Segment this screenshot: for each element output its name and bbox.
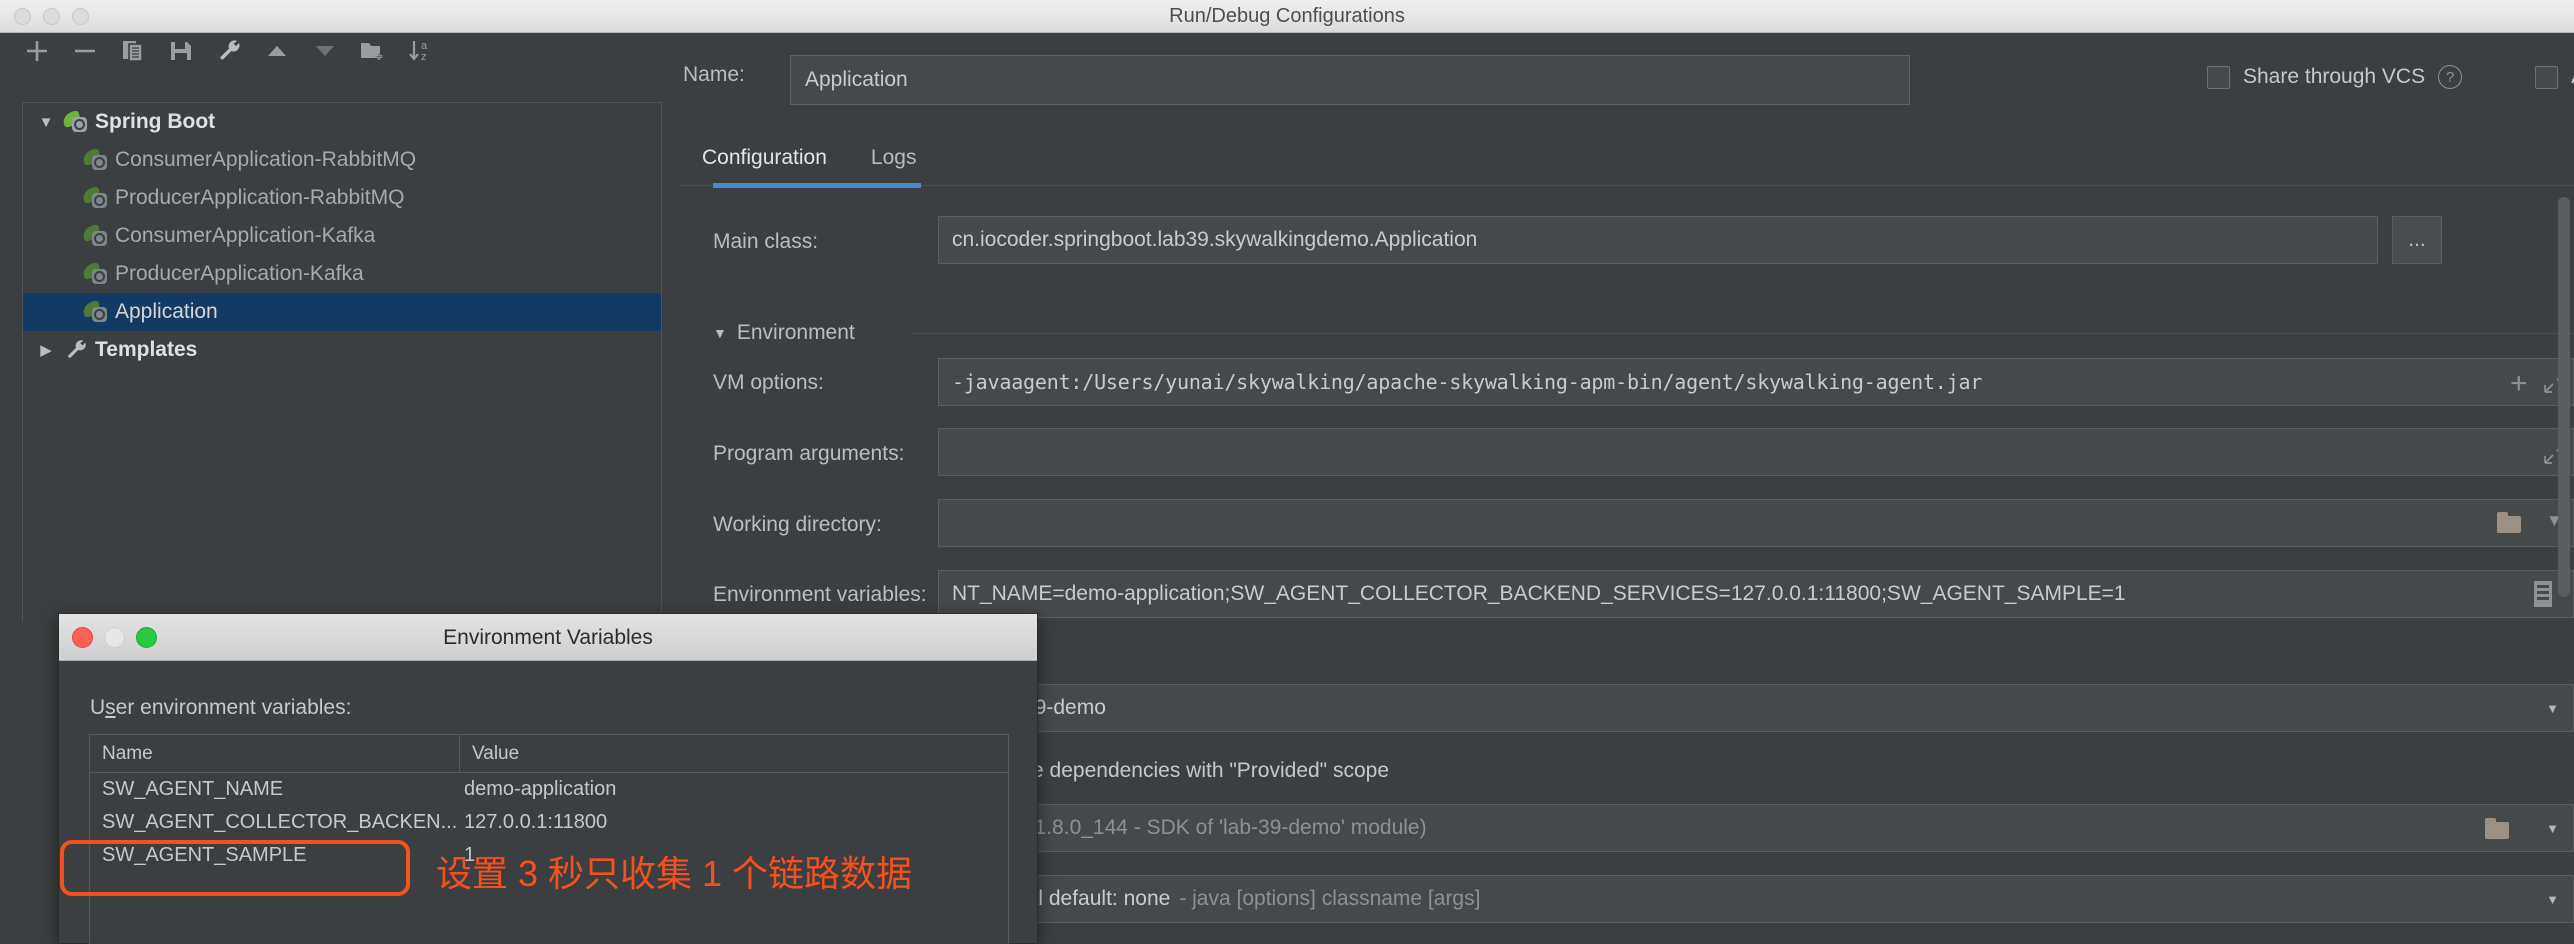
tree-item-producerapplication-kafka[interactable]: ProducerApplication-Kafka (23, 255, 661, 293)
working-directory-label: Working directory: (713, 513, 882, 536)
table-header-row: Name Value (90, 735, 1008, 773)
spring-boot-icon (79, 262, 113, 286)
wrench-icon[interactable] (214, 36, 244, 66)
svg-text:z: z (421, 51, 427, 63)
main-class-label: Main class: (713, 230, 819, 253)
annotation-text: 设置 3 秒只收集 1 个链路数据 (436, 853, 913, 894)
tree-group-label: Templates (95, 338, 198, 361)
vm-options-value: -javaagent:/Users/yunai/skywalking/apach… (952, 370, 1983, 394)
cell-name: SW_AGENT_COLLECTOR_BACKEN... (102, 811, 458, 833)
environment-variables-input[interactable]: NT_NAME=demo-application;SW_AGENT_COLLEC… (938, 570, 2574, 618)
working-directory-input[interactable] (938, 499, 2574, 547)
help-icon[interactable]: ? (2438, 65, 2463, 89)
shorten-command-line-select[interactable]: user-local default: none - java [options… (938, 875, 2574, 923)
user-environment-variables-label: User environment variables: (90, 696, 352, 719)
name-input[interactable]: Application (790, 55, 1910, 105)
spring-boot-icon (79, 148, 113, 172)
expand-arrow-icon[interactable]: ▶ (33, 341, 59, 359)
jre-detail: (1.8.0_144 - SDK of 'lab-39-demo' module… (1027, 816, 1427, 839)
tree-item-producerapplication-rabbitmq[interactable]: ProducerApplication-RabbitMQ (23, 179, 661, 217)
tab-logs[interactable]: Logs (849, 133, 939, 183)
dialog-title: Environment Variables (443, 626, 653, 649)
table-row[interactable]: SW_AGENT_COLLECTOR_BACKEN... 127.0.0.1:1… (90, 806, 1008, 839)
allow-parallel-run-checkbox[interactable] (2535, 65, 2558, 89)
add-macro-icon[interactable]: + (2510, 367, 2528, 401)
move-up-icon[interactable] (262, 36, 292, 66)
tree-group-spring-boot[interactable]: ▼ Spring Boot (23, 103, 661, 141)
tree-item-label: ProducerApplication-Kafka (115, 262, 364, 285)
main-class-input[interactable]: cn.iocoder.springboot.lab39.skywalkingde… (938, 216, 2378, 264)
tree-group-label: Spring Boot (95, 110, 216, 133)
cell-name: SW_AGENT_NAME (102, 778, 284, 800)
name-input-value: Application (805, 68, 908, 91)
window-titlebar: Run/Debug Configurations (0, 0, 2574, 33)
program-arguments-label: Program arguments: (713, 442, 905, 465)
spring-boot-icon (79, 186, 113, 210)
window-title: Run/Debug Configurations (1169, 5, 1405, 27)
table-row[interactable]: SW_AGENT_NAME demo-application (90, 773, 1008, 806)
save-icon[interactable] (166, 36, 196, 66)
environment-variables-label: Environment variables: (713, 583, 927, 606)
vm-options-input[interactable]: -javaagent:/Users/yunai/skywalking/apach… (938, 358, 2574, 406)
allow-parallel-run-group[interactable]: Allow parallel run (2535, 65, 2574, 89)
share-through-vcs-group[interactable]: Share through VCS ? (2207, 65, 2463, 89)
environment-variables-value: NT_NAME=demo-application;SW_AGENT_COLLEC… (952, 582, 2126, 605)
spring-boot-icon (79, 224, 113, 248)
edit-environment-variables-icon[interactable] (2532, 580, 2554, 613)
browse-jre-icon[interactable] (2485, 818, 2511, 840)
share-through-vcs-label: Share through VCS (2243, 65, 2426, 88)
browse-main-class-button[interactable]: ... (2392, 216, 2442, 264)
tree-item-label: ConsumerApplication-RabbitMQ (115, 148, 417, 171)
details-scrollbar[interactable] (2558, 197, 2570, 837)
tree-item-consumerapplication-rabbitmq[interactable]: ConsumerApplication-RabbitMQ (23, 141, 661, 179)
column-header-name: Name (90, 735, 460, 772)
move-down-icon[interactable] (310, 36, 340, 66)
cell-value: 127.0.0.1:11800 (464, 811, 608, 833)
tree-item-label: Application (115, 300, 218, 323)
detail-tabs[interactable]: Configuration Logs (680, 133, 938, 183)
tree-item-application[interactable]: Application (23, 293, 661, 331)
tree-item-consumerapplication-kafka[interactable]: ConsumerApplication-Kafka (23, 217, 661, 255)
environment-section-label: Environment (736, 321, 855, 344)
environment-section-header[interactable]: ▼ Environment (713, 321, 855, 345)
remove-icon[interactable] (70, 36, 100, 66)
copy-icon[interactable] (118, 36, 148, 66)
new-folder-icon[interactable] (358, 36, 388, 66)
add-icon[interactable] (22, 36, 52, 66)
run-debug-configurations-window: Run/Debug Configurations a z ▼ Spring Bo… (0, 0, 2574, 944)
module-select[interactable]: lab-39-demo ▼ (938, 684, 2574, 732)
browse-directory-icon[interactable] (2497, 512, 2523, 534)
main-class-value: cn.iocoder.springboot.lab39.skywalkingde… (952, 228, 1478, 251)
tab-divider (680, 185, 2574, 186)
configurations-tree[interactable]: ▼ Spring Boot ConsumerApplication-Rabbit… (22, 102, 662, 622)
jre-select[interactable]: Default (1.8.0_144 - SDK of 'lab-39-demo… (938, 804, 2574, 852)
chevron-down-icon[interactable]: ▼ (2546, 892, 2559, 907)
shorten-detail: - java [options] classname [args] (1179, 887, 1481, 910)
share-through-vcs-checkbox[interactable] (2207, 65, 2230, 89)
collapse-arrow-icon[interactable]: ▼ (33, 114, 59, 131)
tab-configuration[interactable]: Configuration (680, 133, 849, 183)
sort-alphabetically-icon[interactable]: a z (406, 36, 436, 66)
cell-name: SW_AGENT_SAMPLE (102, 844, 307, 866)
section-divider (911, 333, 2574, 334)
cell-value: demo-application (464, 778, 617, 800)
dialog-titlebar: Environment Variables (59, 614, 1037, 661)
vm-options-label: VM options: (713, 371, 824, 394)
spring-boot-icon (79, 300, 113, 324)
name-label: Name: (683, 63, 745, 86)
tree-item-label: ProducerApplication-RabbitMQ (115, 186, 405, 209)
column-header-value: Value (472, 743, 520, 764)
tree-group-templates[interactable]: ▶ Templates (23, 331, 661, 369)
wrench-icon (59, 338, 93, 362)
collapse-arrow-icon[interactable]: ▼ (713, 325, 727, 341)
spring-boot-icon (59, 110, 93, 134)
tab-active-indicator (713, 183, 921, 188)
program-arguments-input[interactable] (938, 428, 2574, 476)
environment-variables-table[interactable]: Name Value SW_AGENT_NAME demo-applicatio… (89, 734, 1009, 944)
configurations-toolbar: a z (22, 36, 436, 66)
tree-item-label: ConsumerApplication-Kafka (115, 224, 376, 247)
scrollbar-thumb[interactable] (2558, 197, 2570, 597)
